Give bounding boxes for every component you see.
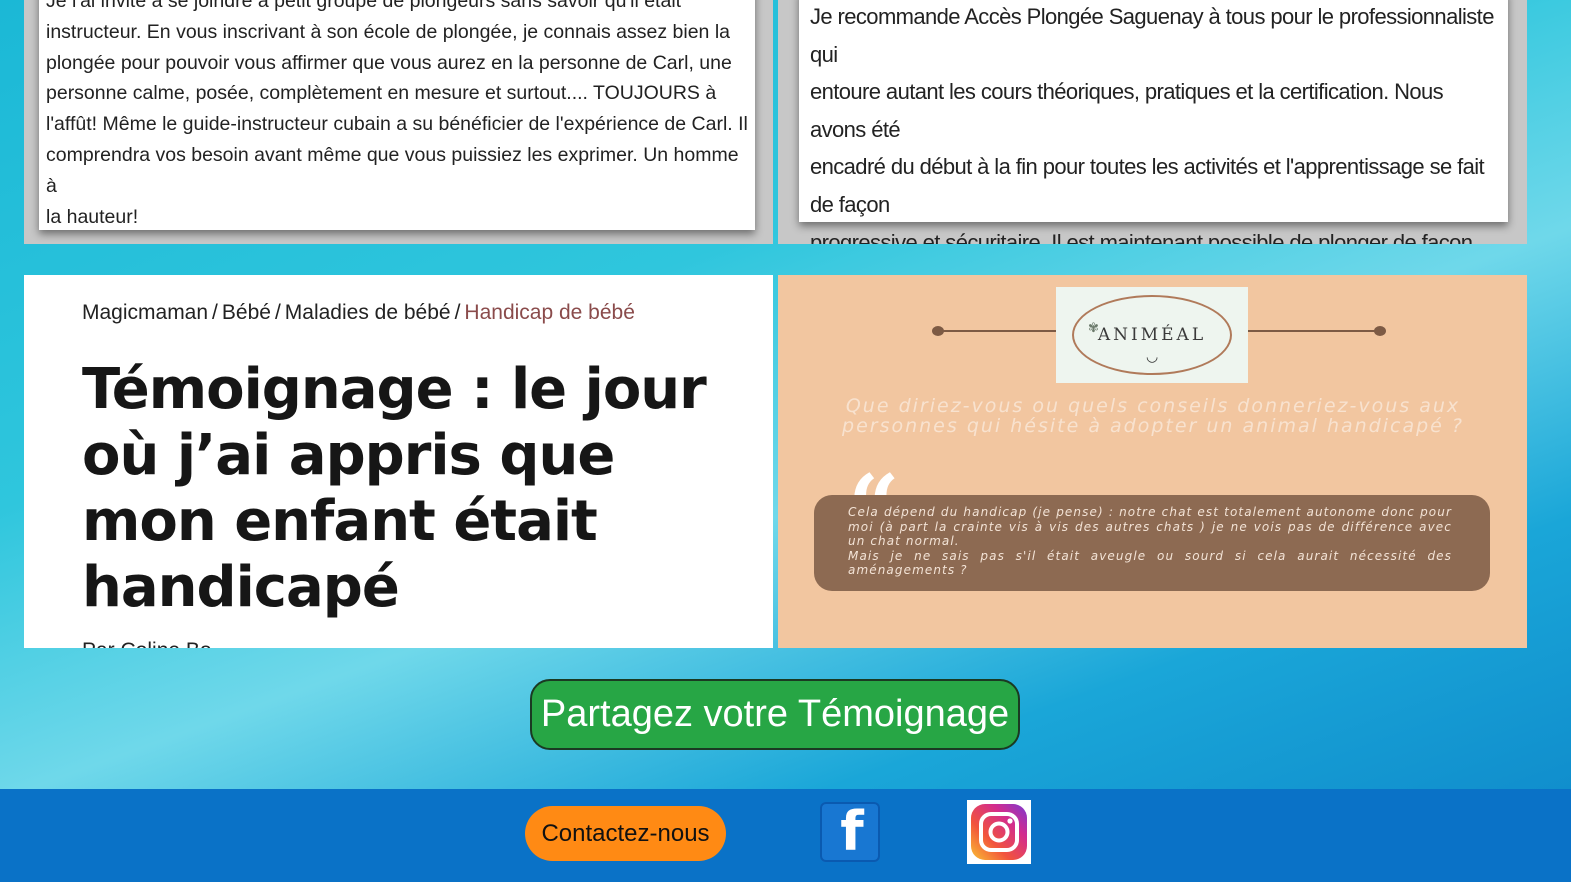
breadcrumb-item[interactable]: Bébé bbox=[222, 301, 271, 324]
review-tile-left: Je l'ai invité à se joindre à petit grou… bbox=[24, 0, 773, 244]
review-tile-right: Je recommande Accès Plongée Saguenay à t… bbox=[778, 0, 1527, 244]
breadcrumb-item-current[interactable]: Handicap de bébé bbox=[464, 301, 634, 324]
animeal-logo: ✾ ANIMÉAL ◡ bbox=[1056, 287, 1248, 383]
review-text: Je l'ai invité à se joindre à petit grou… bbox=[46, 0, 748, 228]
question-text: Que diriez-vous ou quels conseils donner… bbox=[842, 395, 1464, 437]
logo-text: ANIMÉAL bbox=[1097, 325, 1207, 345]
animeal-tile[interactable]: ✾ ANIMÉAL ◡ Que diriez-vous ou quels con… bbox=[778, 275, 1527, 648]
paw-icon: ✾ bbox=[1088, 321, 1102, 336]
divider-line bbox=[938, 330, 1056, 332]
article-title: Témoignage : le jour où j’ai appris que … bbox=[82, 357, 707, 620]
review-card: Je recommande Accès Plongée Saguenay à t… bbox=[799, 0, 1508, 244]
share-testimony-button[interactable]: Partagez votre Témoignage bbox=[530, 679, 1020, 750]
divider-line bbox=[1248, 330, 1378, 332]
answer-box: Cela dépend du handicap (je pense) : not… bbox=[814, 495, 1490, 591]
footer: Contactez-nous f bbox=[0, 789, 1571, 882]
instagram-icon[interactable] bbox=[967, 800, 1031, 864]
instagram-glyph bbox=[971, 804, 1027, 860]
facebook-icon[interactable]: f bbox=[820, 802, 880, 862]
article-tile[interactable]: Magicmaman / Bébé / Maladies de bébé / Handica… bbox=[24, 275, 773, 648]
divider-dot bbox=[1374, 326, 1386, 336]
dog-icon: ◡ bbox=[1146, 349, 1162, 365]
review-text: Je recommande Accès Plongée Saguenay à t… bbox=[810, 4, 1494, 244]
contact-button[interactable]: Contactez-nous bbox=[525, 806, 726, 861]
article-byline: Par Coline Bo... bbox=[82, 639, 229, 648]
review-card: Je l'ai invité à se joindre à petit grou… bbox=[39, 0, 755, 230]
breadcrumb-item[interactable]: Magicmaman bbox=[82, 301, 208, 324]
breadcrumb-item[interactable]: Maladies de bébé bbox=[285, 301, 451, 324]
breadcrumb: Magicmaman / Bébé / Maladies de bébé / Handica… bbox=[82, 301, 635, 324]
logo-ring: ✾ ANIMÉAL ◡ bbox=[1072, 295, 1232, 375]
